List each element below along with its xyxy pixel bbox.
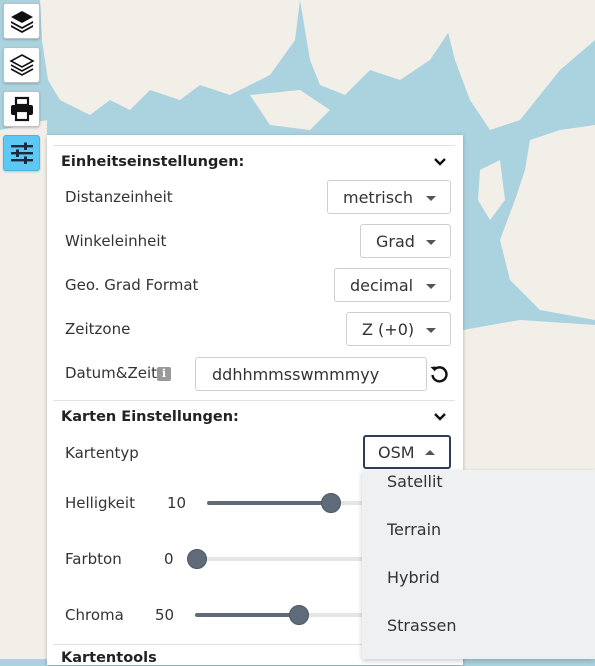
option-strassen[interactable]: Strassen [387,616,456,635]
chroma-label: Chroma [65,606,124,624]
angle-unit-value: Grad [376,231,415,251]
distance-unit-value: metrisch [343,187,413,207]
brightness-value: 10 [167,494,187,512]
geo-format-label: Geo. Grad Format [65,276,199,294]
distance-unit-select[interactable]: metrisch [327,180,451,214]
angle-unit-select[interactable]: Grad [360,224,451,258]
angle-unit-label: Winkeleinheit [65,232,167,250]
caret-down-icon [426,328,436,333]
unit-settings-header[interactable]: Einheitseinstellungen: [61,154,244,170]
print-icon [10,96,33,122]
timezone-select[interactable]: Z (+0) [346,312,451,346]
divider [53,145,455,146]
layers-button[interactable] [3,3,40,39]
chroma-value: 50 [155,606,175,624]
sliders-icon [10,142,33,164]
datetime-format-input[interactable]: ddhhmmsswmmmyy [195,357,427,391]
caret-down-icon [426,240,436,245]
timezone-label: Zeitzone [65,320,131,338]
timezone-value: Z (+0) [362,319,415,339]
layers-icon [10,11,33,33]
brightness-label: Helligkeit [65,494,135,512]
distance-unit-label: Distanzeinheit [65,188,173,206]
map-tools-header[interactable]: Kartentools [61,650,157,666]
slider-fill [207,501,332,505]
caret-up-icon [425,450,435,455]
chevron-down-icon[interactable] [433,157,447,167]
divider [53,400,455,401]
settings-button[interactable] [3,135,40,171]
geo-format-select[interactable]: decimal [334,268,451,302]
layers-outline-icon [8,54,35,76]
map-type-dropdown: Satellit Terrain Hybrid Strassen [362,470,595,659]
hue-label: Farbton [65,550,122,568]
print-button[interactable] [3,91,40,127]
info-icon[interactable]: i [157,367,171,381]
slider-thumb[interactable] [187,549,207,569]
slider-thumb[interactable] [289,605,309,625]
option-terrain[interactable]: Terrain [387,520,441,539]
option-hybrid[interactable]: Hybrid [387,568,440,587]
reset-icon[interactable] [429,364,449,384]
option-satellit[interactable]: Satellit [387,472,443,491]
caret-down-icon [426,196,436,201]
caret-down-icon [426,284,436,289]
slider-thumb[interactable] [321,493,342,513]
chevron-down-icon[interactable] [433,412,447,422]
map-settings-header[interactable]: Karten Einstellungen: [61,409,239,425]
geo-format-value: decimal [350,275,414,295]
map-type-value: OSM [378,442,415,462]
map-type-select[interactable]: OSM [363,435,451,469]
datetime-label: Datum&Zeit [65,364,157,382]
hue-value: 0 [164,550,174,568]
map-type-label: Kartentyp [65,444,139,462]
slider-fill [195,613,299,617]
layers-outline-button[interactable] [3,47,40,83]
